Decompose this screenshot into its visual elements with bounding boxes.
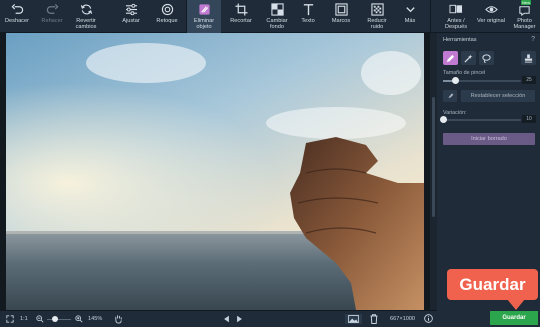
reduce-noise-button[interactable]: Reducir ruido [362, 0, 392, 33]
revert-icon [80, 4, 92, 15]
reduce-noise-label: Reducir ruido [367, 18, 387, 30]
new-badge: New [521, 0, 532, 5]
change-background-label: Cambiar fondo [266, 18, 288, 30]
image-icon [348, 315, 359, 323]
remove-object-label: Eliminar objeto [193, 18, 215, 30]
reset-selection-button[interactable]: Restablecer selección [461, 90, 535, 102]
before-after-button[interactable]: Antes / Después [440, 0, 472, 33]
retouch-label: Retoque [156, 18, 178, 24]
next-icon[interactable] [236, 315, 243, 323]
zoom-slider[interactable] [47, 316, 71, 322]
frame-icon [334, 3, 348, 16]
toolbar-divider [430, 0, 431, 33]
text-icon [303, 4, 313, 16]
trash-icon[interactable] [370, 314, 378, 324]
background-icon [270, 3, 284, 16]
text-label: Texto [301, 18, 315, 24]
fit-screen-icon[interactable] [6, 315, 14, 323]
zoom-in-icon[interactable] [75, 315, 83, 323]
brush-size-slider[interactable] [443, 77, 521, 84]
more-label: Más [404, 18, 416, 24]
undo-button[interactable]: Deshacer [2, 0, 32, 33]
eye-icon [484, 6, 498, 13]
lasso-icon [482, 53, 491, 63]
before-after-icon [449, 4, 463, 14]
noise-icon [370, 3, 384, 16]
bottom-bar: 1:1 145% 667×1000 [0, 310, 437, 327]
redo-label: Rehacer [41, 18, 63, 24]
variation-label: Variación: [443, 110, 467, 116]
adjust-label: Ajustar [122, 18, 140, 24]
retouch-icon [161, 3, 173, 16]
stamp-icon [524, 53, 533, 63]
change-background-button[interactable]: Cambiar fondo [262, 0, 292, 33]
vertical-scrollbar[interactable] [430, 33, 437, 310]
scrollbar-thumb[interactable] [432, 97, 435, 217]
undo-label: Deshacer [5, 18, 29, 24]
top-toolbar: Deshacer Rehacer Revertir cambios Ajusta… [0, 0, 540, 33]
eraser-small-icon [447, 93, 453, 98]
photo-manager-label: Photo Manager [513, 18, 536, 30]
undo-icon [11, 3, 23, 14]
photo-manager-button[interactable]: New Photo Manager [509, 0, 540, 33]
photo-manager-icon: New [518, 0, 532, 17]
crop-icon [234, 3, 248, 16]
zoom-level: 145% [88, 316, 103, 322]
brush-size-value[interactable]: 25 [522, 76, 536, 84]
brush-size-label: Tamaño de pincel [443, 70, 486, 76]
chevron-down-icon [405, 7, 415, 13]
photo-canvas[interactable] [6, 33, 424, 310]
save-callout: Guardar [447, 269, 538, 310]
view-original-label: Ver original [477, 18, 505, 24]
save-button[interactable]: Guardar [490, 311, 538, 325]
text-button[interactable]: Texto [295, 0, 321, 33]
brush-size-handle[interactable] [452, 77, 460, 84]
variation-handle[interactable] [440, 116, 447, 123]
gallery-button[interactable] [345, 314, 362, 324]
magic-wand-tool-button[interactable] [461, 51, 476, 65]
reset-selection-icon-button[interactable] [443, 90, 457, 102]
redo-button[interactable]: Rehacer [37, 0, 67, 33]
lasso-tool-button[interactable] [479, 51, 494, 65]
start-erase-button[interactable]: Iniciar borrado [443, 133, 535, 145]
remove-object-button[interactable]: Eliminar objeto [187, 0, 221, 33]
actual-size-button[interactable]: 1:1 [20, 316, 28, 322]
revert-label: Revertir cambios [75, 18, 97, 30]
hand-icon[interactable] [114, 314, 123, 324]
crop-button[interactable]: Recortar [226, 0, 256, 33]
image-dimensions: 667×1000 [390, 316, 416, 322]
redo-icon [46, 3, 58, 14]
stamp-tool-button[interactable] [521, 51, 536, 65]
more-button[interactable]: Más [398, 0, 422, 33]
eraser-icon [198, 4, 210, 15]
previous-icon[interactable] [223, 315, 230, 323]
frames-label: Marcos [331, 18, 351, 24]
adjust-button[interactable]: Ajustar [116, 0, 146, 33]
brush-tool-button[interactable] [443, 51, 458, 65]
panel-title: Herramientas [443, 37, 477, 43]
brush-icon [446, 54, 455, 62]
zoom-handle[interactable] [52, 316, 59, 322]
variation-value[interactable]: 10 [522, 115, 536, 123]
view-original-button[interactable]: Ver original [477, 0, 505, 33]
crop-label: Recortar [230, 18, 252, 24]
photo-image [6, 33, 424, 310]
zoom-out-icon[interactable] [36, 315, 44, 323]
revert-button[interactable]: Revertir cambios [71, 0, 101, 33]
sliders-icon [125, 3, 137, 16]
before-after-label: Antes / Después [444, 18, 468, 30]
variation-slider[interactable] [440, 116, 521, 123]
help-icon[interactable]: ? [531, 36, 535, 43]
frames-button[interactable]: Marcos [327, 0, 355, 33]
info-icon[interactable] [424, 314, 433, 323]
retouch-button[interactable]: Retoque [152, 0, 182, 33]
magic-wand-icon [464, 53, 473, 63]
